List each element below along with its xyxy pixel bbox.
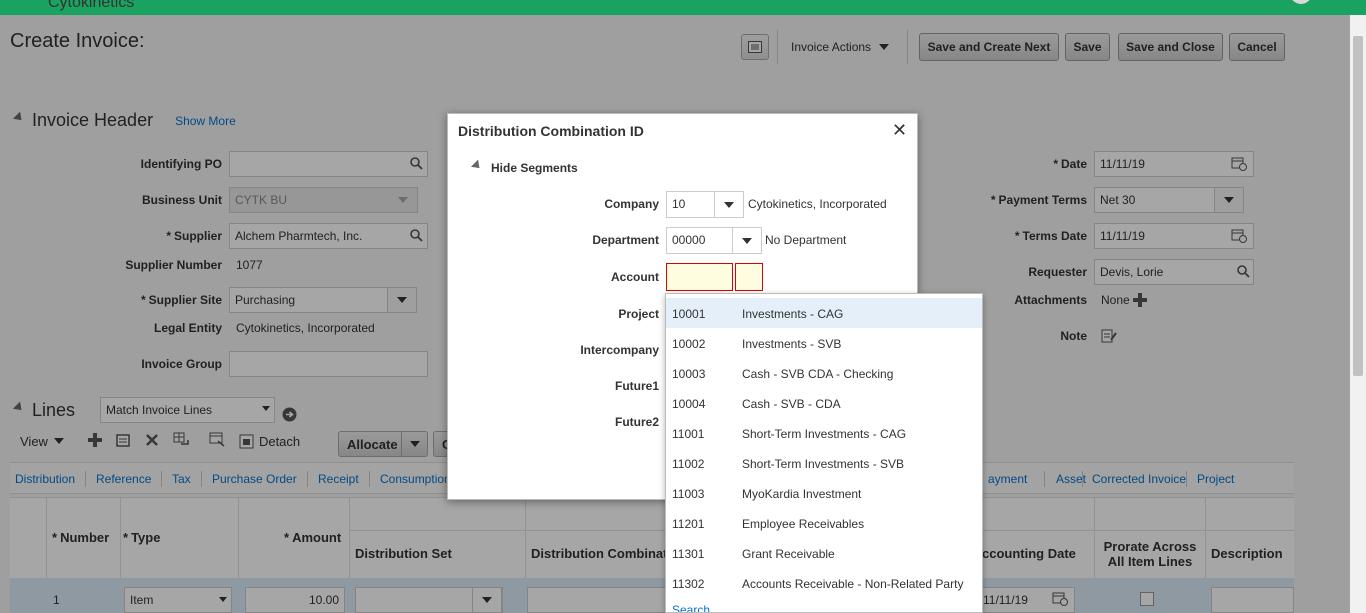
hide-segments-label: Hide Segments [491,161,578,175]
company-description: Cytokinetics, Incorporated [748,197,887,211]
search-link[interactable]: Search [672,603,710,612]
intercompany-label: Intercompany [580,343,659,357]
scrollbar-thumb[interactable] [1353,36,1363,376]
close-icon[interactable]: ✕ [892,120,907,141]
list-item[interactable]: 10004 Cash - SVB - CDA [666,388,982,418]
department-dropdown-button[interactable] [732,227,762,254]
list-item[interactable]: 10002 Investments - SVB [666,328,982,358]
list-item[interactable]: 11003 MyoKardia Investment [666,478,982,508]
list-item[interactable]: 10003 Cash - SVB CDA - Checking [666,358,982,388]
chevron-down-icon [742,237,752,244]
department-label: Department [592,233,659,247]
list-item[interactable]: 10001 Investments - CAG [666,298,982,328]
company-select[interactable]: 10 [666,191,715,218]
account-input[interactable] [666,263,733,291]
company-dropdown-button[interactable] [714,191,744,218]
company-label: Company [604,197,659,211]
project-label: Project [618,307,659,321]
brand-bar [0,0,1366,15]
list-item[interactable]: 11001 Short-Term Investments - CAG [666,418,982,448]
list-item[interactable]: 11002 Short-Term Investments - SVB [666,448,982,478]
list-item[interactable]: 11301 Grant Receivable [666,538,982,568]
department-description: No Department [765,233,847,247]
future1-label: Future1 [614,379,659,393]
brand-logo: Cytokinetics [48,0,135,11]
future2-label: Future2 [614,415,659,429]
list-item[interactable]: 11302 Accounts Receivable - Non-Related P… [666,568,982,598]
chevron-down-icon [724,201,734,208]
collapse-triangle-icon [470,159,484,172]
dialog-title: Distribution Combination ID [458,123,644,139]
account-label: Account [611,270,659,284]
list-item[interactable]: 11201 Employee Receivables [666,508,982,538]
account-dropdown-button[interactable] [735,263,763,291]
department-select[interactable]: 00000 [666,227,733,254]
account-dropdown-list: 10001 Investments - CAG 10002 Investments … [665,293,983,613]
hide-segments-toggle[interactable]: Hide Segments [470,159,578,175]
